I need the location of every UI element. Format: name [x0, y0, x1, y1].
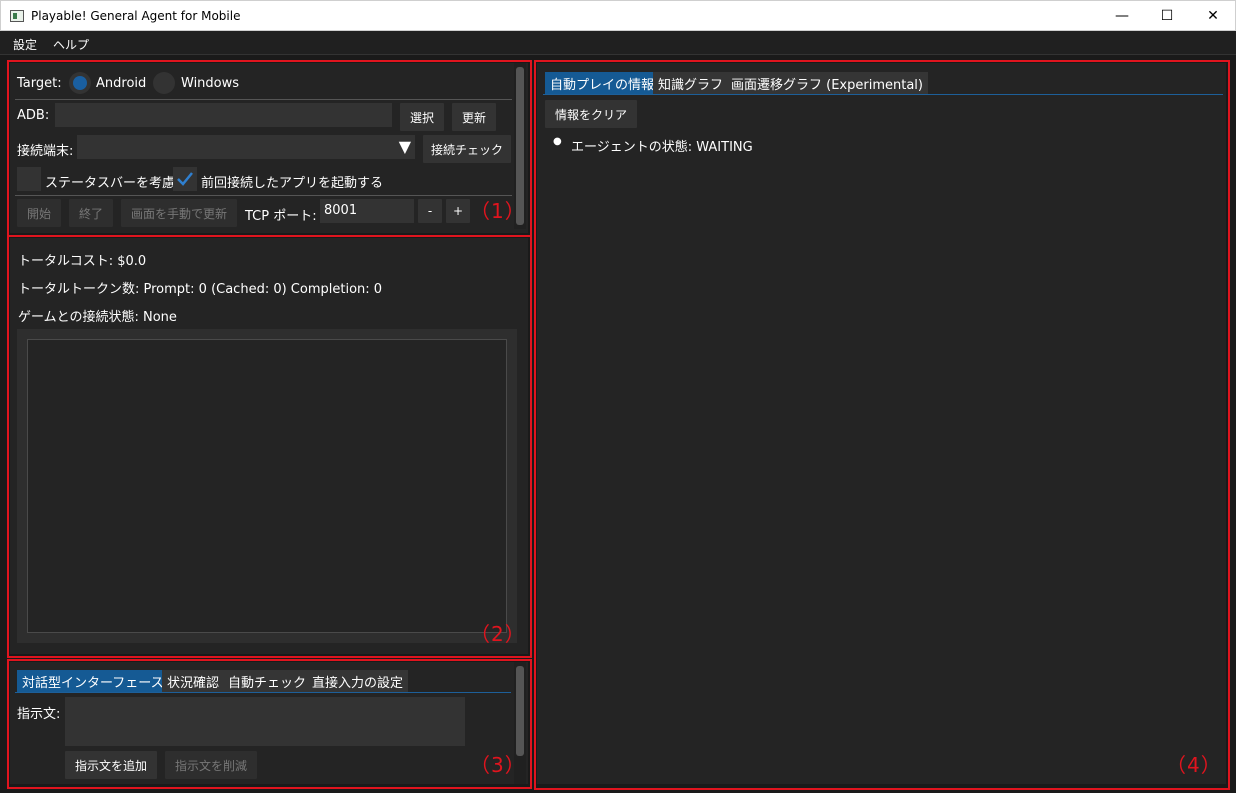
maximize-button[interactable]: ☐ [1144, 1, 1190, 31]
stop-button[interactable]: 終了 [69, 199, 113, 227]
instruction-textarea[interactable] [65, 697, 465, 746]
divider [15, 195, 512, 196]
annotation-marker-4: （4） [1166, 753, 1222, 777]
app-icon [10, 10, 24, 22]
start-button[interactable]: 開始 [17, 199, 61, 227]
adb-path-input[interactable] [55, 103, 392, 127]
launch-last-app-checkbox[interactable] [173, 167, 197, 191]
checkmark-icon [177, 172, 193, 186]
tab-status-check[interactable]: 状況確認 [162, 670, 225, 692]
agent-state-text: エージェントの状態: WAITING [571, 140, 753, 155]
connection-scrollbar[interactable] [514, 63, 526, 229]
device-label: 接続端末: [17, 144, 74, 159]
tcp-port-label: TCP ポート: [245, 209, 317, 224]
annotation-marker-2: （2） [470, 622, 526, 646]
window-title: Playable! General Agent for Mobile [31, 9, 241, 23]
tab-autoplay-info[interactable]: 自動プレイの情報 [545, 72, 660, 94]
annotation-box-4 [534, 60, 1230, 790]
scrollbar-thumb[interactable] [516, 666, 524, 756]
android-radio-label[interactable]: Android [96, 76, 146, 91]
adb-select-button[interactable]: 選択 [400, 103, 444, 131]
tab-direct-input-settings[interactable]: 直接入力の設定 [307, 670, 409, 692]
adb-refresh-button[interactable]: 更新 [452, 103, 496, 131]
android-radio[interactable] [69, 72, 91, 94]
statusbar-checkbox[interactable] [17, 167, 41, 191]
bullet-icon: ● [553, 136, 562, 147]
device-select[interactable]: ▼ [77, 135, 415, 159]
instruction-label: 指示文: [17, 707, 61, 722]
window-titlebar: Playable! General Agent for Mobile — ☐ ✕ [0, 0, 1236, 31]
port-decrement-button[interactable]: - [418, 199, 442, 223]
launch-last-app-label[interactable]: 前回接続したアプリを起動する [201, 172, 383, 191]
screen-preview-canvas[interactable] [27, 339, 507, 633]
port-increment-button[interactable]: + [446, 199, 470, 223]
tab-screen-transition-graph[interactable]: 画面遷移グラフ (Experimental) [726, 72, 928, 94]
tab-knowledge-graph[interactable]: 知識グラフ [653, 72, 729, 94]
tab-underline [15, 692, 511, 693]
menu-settings[interactable]: 設定 [13, 36, 37, 53]
adb-label: ADB: [17, 108, 50, 123]
minimize-button[interactable]: — [1099, 1, 1145, 31]
total-cost-text: トータルコスト: $0.0 [18, 254, 147, 269]
tcp-port-input[interactable]: 8001 [320, 199, 414, 223]
windows-radio[interactable] [153, 72, 175, 94]
tab-auto-check[interactable]: 自動チェック [223, 670, 312, 692]
menubar: 設定 ヘルプ [0, 31, 1236, 55]
windows-radio-label[interactable]: Windows [181, 76, 239, 91]
scrollbar-thumb[interactable] [516, 67, 524, 225]
divider [15, 99, 512, 100]
manual-refresh-button[interactable]: 画面を手動で更新 [121, 199, 237, 227]
close-button[interactable]: ✕ [1190, 1, 1236, 31]
screen-preview-frame [17, 329, 517, 643]
total-tokens-text: トータルトークン数: Prompt: 0 (Cached: 0) Complet… [18, 282, 383, 297]
dropdown-arrow-icon: ▼ [398, 137, 411, 156]
clear-info-button[interactable]: 情報をクリア [545, 100, 637, 128]
menu-help[interactable]: ヘルプ [53, 36, 89, 53]
tab-underline [543, 94, 1223, 95]
tab-interactive-interface[interactable]: 対話型インターフェース [17, 670, 169, 692]
target-label: Target: [17, 76, 62, 91]
interactive-scrollbar[interactable] [514, 662, 526, 784]
statusbar-checkbox-label[interactable]: ステータスバーを考慮 [45, 172, 175, 191]
remove-instruction-button[interactable]: 指示文を削減 [165, 751, 257, 779]
game-connection-status-text: ゲームとの接続状態: None [18, 310, 177, 325]
add-instruction-button[interactable]: 指示文を追加 [65, 751, 157, 779]
client-area: Target: Android Windows ADB: 選択 更新 接続端末:… [0, 55, 1236, 793]
connection-check-button[interactable]: 接続チェック [423, 135, 511, 163]
